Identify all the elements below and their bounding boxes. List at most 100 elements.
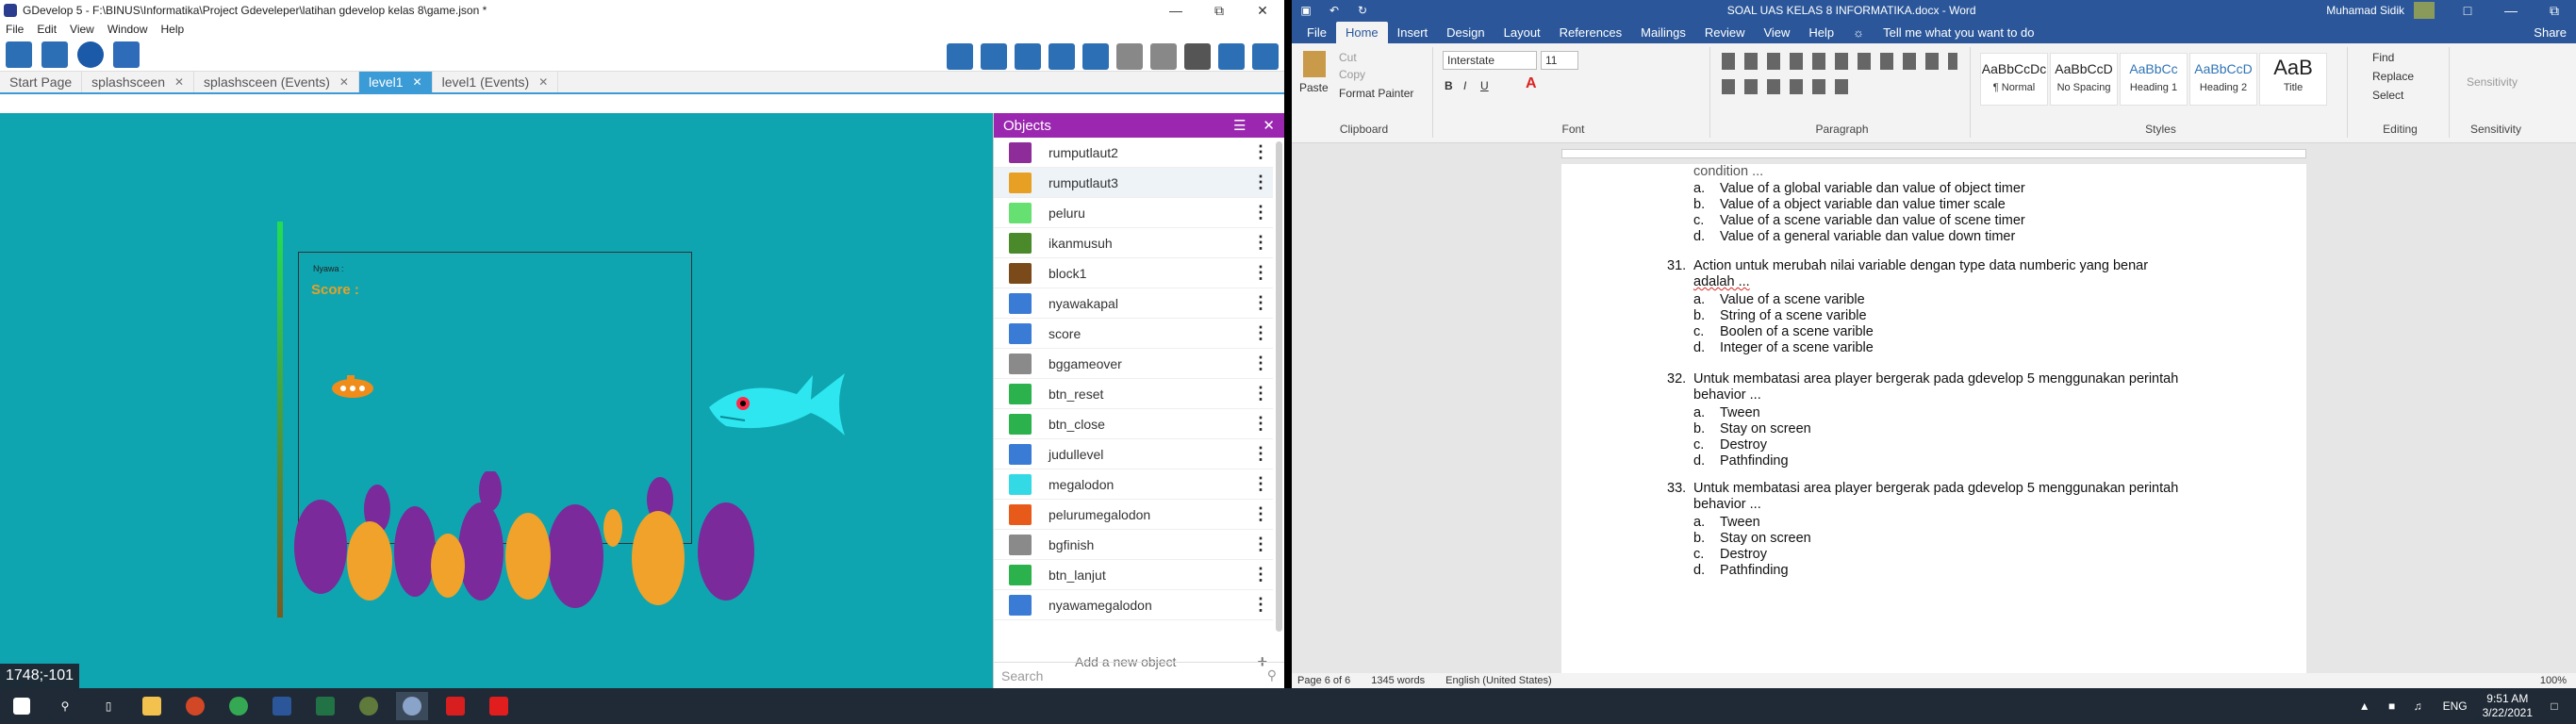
zoom-level[interactable]: 100% <box>2540 675 2567 686</box>
minimize-icon[interactable]: — <box>1154 3 1197 18</box>
tray-icons[interactable]: ▲ ■ ♫ <box>2359 699 2430 713</box>
object-menu-icon[interactable]: ⋮ <box>1248 293 1273 313</box>
tab-layout[interactable]: Layout <box>1494 22 1550 43</box>
object-item-score[interactable]: score ⋮ <box>994 319 1273 349</box>
align-buttons-icon[interactable] <box>1722 79 1854 94</box>
tab-level1[interactable]: level1 ✕ <box>358 72 433 92</box>
layers-icon[interactable] <box>1082 43 1109 70</box>
scene-canvas[interactable]: Nyawa : Score : 1748;-101 <box>0 113 993 688</box>
object-item-peluru[interactable]: peluru ⋮ <box>994 198 1273 228</box>
tell-me-input[interactable]: Tell me what you want to do <box>1874 22 2524 43</box>
excel-icon[interactable] <box>309 692 341 720</box>
notifications-icon[interactable]: □ <box>2538 692 2570 720</box>
object-item-block1[interactable]: block1 ⋮ <box>994 258 1273 288</box>
object-item-pelurumegalodon[interactable]: pelurumegalodon ⋮ <box>994 500 1273 530</box>
close-tab-icon[interactable]: ✕ <box>538 75 548 89</box>
object-menu-icon[interactable]: ⋮ <box>1248 444 1273 464</box>
style-heading-1[interactable]: AaBbCc Heading 1 <box>2120 53 2188 106</box>
submarine-sprite[interactable] <box>326 370 379 403</box>
object-item-bggameover[interactable]: bggameover ⋮ <box>994 349 1273 379</box>
play-icon[interactable] <box>77 41 104 68</box>
project-manager-icon[interactable] <box>6 41 32 68</box>
avatar[interactable] <box>2414 2 2435 19</box>
tab-references[interactable]: References <box>1550 22 1631 43</box>
list-buttons-icon[interactable] <box>1722 53 1957 70</box>
task-view-icon[interactable]: ▯ <box>92 692 124 720</box>
object-item-rumputlaut3[interactable]: rumputlaut3 ⋮ <box>994 168 1273 198</box>
object-item-judullevel[interactable]: judullevel ⋮ <box>994 439 1273 469</box>
font-color-icon[interactable]: A <box>1526 75 1537 92</box>
close-icon[interactable]: ✕ <box>1241 3 1284 19</box>
word-count[interactable]: 1345 words <box>1371 675 1425 686</box>
menu-help[interactable]: Help <box>161 23 185 36</box>
close-tab-icon[interactable]: ✕ <box>413 75 422 89</box>
file-explorer-icon[interactable] <box>136 692 168 720</box>
object-groups-icon[interactable] <box>981 43 1007 70</box>
cut-button[interactable]: Cut <box>1339 51 1357 64</box>
style-heading-2[interactable]: AaBbCcD Heading 2 <box>2189 53 2257 106</box>
start-icon[interactable] <box>6 692 38 720</box>
object-menu-icon[interactable]: ⋮ <box>1248 565 1273 584</box>
save-icon[interactable]: ▣ <box>1292 4 1320 17</box>
close-tab-icon[interactable]: ✕ <box>174 75 184 89</box>
style-normal[interactable]: AaBbCcDc ¶ Normal <box>1980 53 2048 106</box>
redo-icon[interactable]: ↻ <box>1348 4 1377 17</box>
object-item-ikanmusuh[interactable]: ikanmusuh ⋮ <box>994 228 1273 258</box>
page-count[interactable]: Page 6 of 6 <box>1297 675 1350 686</box>
menu-file[interactable]: File <box>6 23 24 36</box>
zoom-icon[interactable] <box>1252 43 1279 70</box>
search-icon[interactable]: ⚲ <box>49 692 81 720</box>
redo-icon[interactable] <box>1150 43 1177 70</box>
menu-view[interactable]: View <box>70 23 94 36</box>
object-item-nyawakapal[interactable]: nyawakapal ⋮ <box>994 288 1273 319</box>
object-menu-icon[interactable]: ⋮ <box>1248 595 1273 615</box>
grid-icon[interactable] <box>1218 43 1245 70</box>
object-menu-icon[interactable]: ⋮ <box>1248 414 1273 434</box>
object-item-megalodon[interactable]: megalodon ⋮ <box>994 469 1273 500</box>
restore-icon[interactable]: ⧉ <box>1197 3 1241 19</box>
object-menu-icon[interactable]: ⋮ <box>1248 142 1273 162</box>
object-menu-icon[interactable]: ⋮ <box>1248 263 1273 283</box>
instances-list-icon[interactable] <box>1049 43 1075 70</box>
megalodon-sprite[interactable] <box>707 358 849 452</box>
menu-edit[interactable]: Edit <box>37 23 57 36</box>
copy-button[interactable]: Copy <box>1339 68 1365 81</box>
share-button[interactable]: Share <box>2524 22 2576 43</box>
object-menu-icon[interactable]: ⋮ <box>1248 384 1273 403</box>
tab-mailings[interactable]: Mailings <box>1631 22 1695 43</box>
tab-view[interactable]: View <box>1754 22 1799 43</box>
powerpoint-icon[interactable] <box>179 692 211 720</box>
gdevelop-icon[interactable] <box>396 692 428 720</box>
sensitivity-button[interactable]: Sensitivity <box>2467 75 2518 89</box>
object-menu-icon[interactable]: ⋮ <box>1248 323 1273 343</box>
object-item-nyawamegalodon[interactable]: nyawamegalodon ⋮ <box>994 590 1273 620</box>
object-item-bgfinish[interactable]: bgfinish ⋮ <box>994 530 1273 560</box>
language[interactable]: English (United States) <box>1445 675 1552 686</box>
ribbon-options-icon[interactable]: □ <box>2446 3 2489 18</box>
format-painter-button[interactable]: Format Painter <box>1339 87 1413 100</box>
close-panel-icon[interactable]: ✕ <box>1263 117 1275 134</box>
font-size-select[interactable]: 11 <box>1541 51 1578 70</box>
object-menu-icon[interactable]: ⋮ <box>1248 233 1273 253</box>
tab-start-page[interactable]: Start Page <box>0 72 83 92</box>
object-menu-icon[interactable]: ⋮ <box>1248 504 1273 524</box>
language-indicator[interactable]: ENG <box>2443 699 2468 713</box>
replace-button[interactable]: Replace <box>2372 70 2414 83</box>
style-no-spacing[interactable]: AaBbCcD No Spacing <box>2050 53 2118 106</box>
object-menu-icon[interactable]: ⋮ <box>1248 203 1273 222</box>
tab-level1-events[interactable]: level1 (Events) ✕ <box>433 72 559 92</box>
object-menu-icon[interactable]: ⋮ <box>1248 173 1273 192</box>
restore-icon[interactable]: ⧉ <box>2533 3 2576 19</box>
tab-review[interactable]: Review <box>1695 22 1755 43</box>
objects-scrollbar[interactable] <box>1276 141 1282 632</box>
find-button[interactable]: Find <box>2372 51 2394 64</box>
object-menu-icon[interactable]: ⋮ <box>1248 474 1273 494</box>
object-item-rumputlaut2[interactable]: rumputlaut2 ⋮ <box>994 138 1273 168</box>
paste-button[interactable]: Paste <box>1299 81 1329 94</box>
filter-icon[interactable]: ☰ <box>1233 117 1246 134</box>
word-icon[interactable] <box>266 692 298 720</box>
tab-splashsceen[interactable]: splashsceen ✕ <box>82 72 195 92</box>
acrobat-icon[interactable] <box>483 692 515 720</box>
debug-icon[interactable] <box>113 41 140 68</box>
paste-icon[interactable] <box>1303 51 1326 77</box>
